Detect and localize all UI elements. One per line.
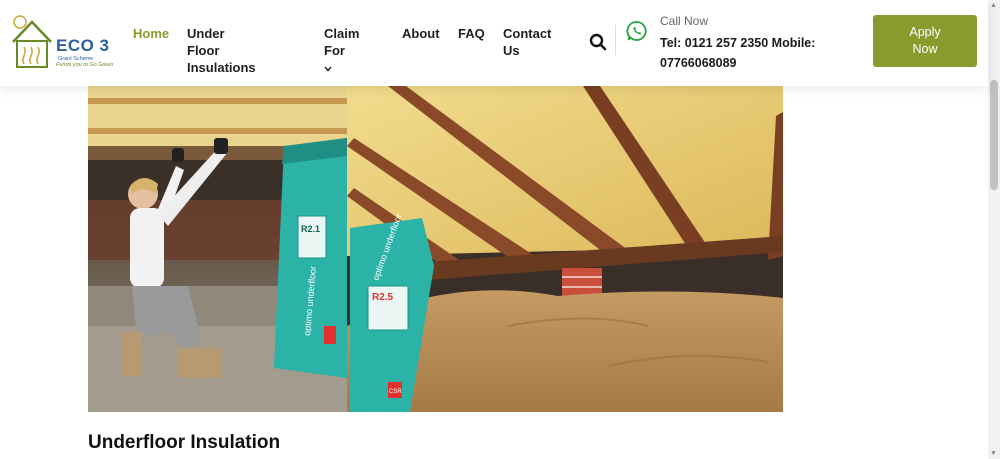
apply-line1: Apply	[909, 25, 941, 39]
nav-contact-line1: Contact	[503, 26, 552, 41]
brand-name: ECO 3	[56, 36, 110, 55]
nav-home[interactable]: Home	[133, 25, 169, 42]
nav-about[interactable]: About	[402, 25, 440, 42]
nav-contact-line2: Us	[503, 43, 520, 58]
site-header: ECO 3 Grant Scheme Funds you to Go Green…	[0, 0, 988, 86]
nav-faq[interactable]: FAQ	[458, 25, 485, 42]
phone-numbers[interactable]: Tel: 0121 257 2350 Mobile: 07766068089	[660, 33, 820, 73]
nav-underfloor-insulations[interactable]: Under Floor Insulations	[187, 25, 256, 76]
hero-image: R2.1 optimo underfloor R2.5 optimo under…	[88, 86, 783, 412]
whatsapp-icon[interactable]	[626, 20, 648, 42]
nav-contact-us[interactable]: Contact Us	[503, 25, 551, 59]
search-icon[interactable]	[589, 33, 607, 51]
apply-line2: Now	[912, 42, 938, 56]
bag-rating-left: R2.1	[301, 224, 320, 234]
house-logo-icon	[12, 15, 52, 68]
phone-line2: 07766068089	[660, 56, 737, 70]
call-now-label: Call Now	[660, 14, 709, 28]
brand-tagline: Funds you to Go Green	[56, 62, 114, 68]
apply-now-button[interactable]: Apply Now	[873, 15, 977, 67]
nav-underfloor-line1: Under Floor	[187, 26, 225, 58]
nav-claim-label: Claim For	[324, 26, 360, 58]
nav-claim-for[interactable]: Claim For	[324, 25, 359, 78]
scroll-thumb[interactable]	[990, 80, 998, 190]
bag-rating-right: R2.5	[372, 292, 394, 303]
header-divider	[615, 25, 616, 55]
page-scrollbar[interactable]: ▲ ▼	[988, 0, 1000, 459]
phone-line1: Tel: 0121 257 2350 Mobile:	[660, 36, 816, 50]
brand-logo[interactable]: ECO 3 Grant Scheme Funds you to Go Green	[10, 14, 125, 72]
chevron-down-icon	[324, 61, 359, 78]
scroll-down-arrow-icon[interactable]: ▼	[990, 450, 997, 457]
insulation-bag-left: R2.1 optimo underfloor	[274, 138, 347, 378]
bag-brand: CSR	[389, 389, 402, 395]
scroll-up-arrow-icon[interactable]: ▲	[990, 2, 997, 9]
nav-underfloor-line2: Insulations	[187, 60, 256, 75]
page-title: Underfloor Insulation	[88, 432, 281, 453]
